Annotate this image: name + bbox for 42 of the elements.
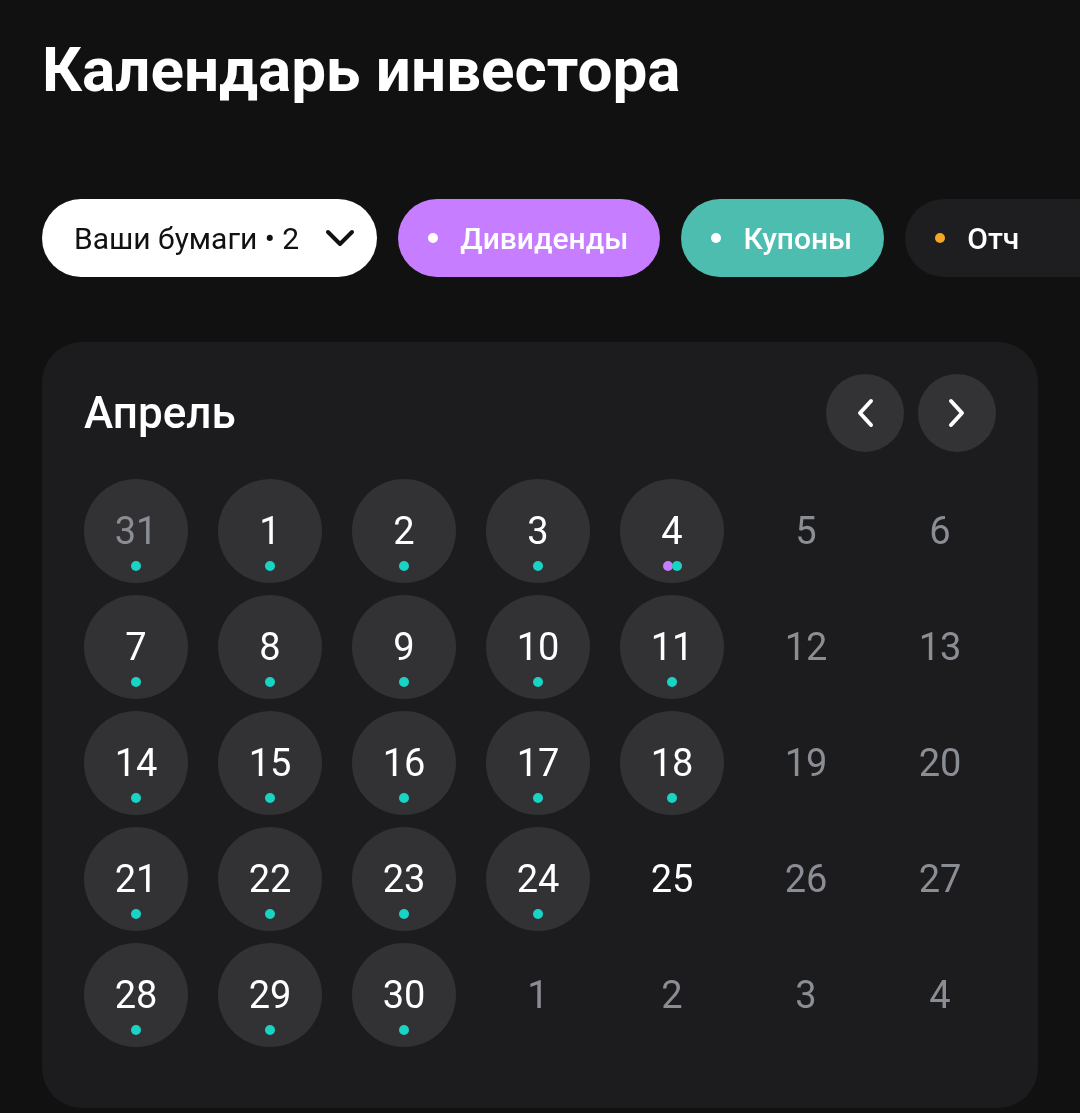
calendar-day[interactable]: 3 <box>486 479 590 583</box>
calendar-day[interactable]: 5 <box>754 479 858 583</box>
filter-chip[interactable]: Отч <box>905 199 1080 277</box>
calendar-day[interactable]: 7 <box>84 595 188 699</box>
securities-dropdown[interactable]: Ваши бумаги • 2 <box>42 199 378 277</box>
calendar-day[interactable]: 15 <box>218 711 322 815</box>
calendar-day[interactable]: 27 <box>888 827 992 931</box>
calendar-day[interactable]: 13 <box>888 595 992 699</box>
calendar-day[interactable]: 3 <box>754 943 858 1047</box>
calendar-day[interactable]: 29 <box>218 943 322 1047</box>
chevron-left-icon <box>856 398 874 428</box>
calendar-day[interactable]: 30 <box>352 943 456 1047</box>
calendar-day[interactable]: 2 <box>352 479 456 583</box>
calendar-day[interactable]: 19 <box>754 711 858 815</box>
calendar-day[interactable]: 2 <box>620 943 724 1047</box>
chevron-right-icon <box>948 398 966 428</box>
calendar-day[interactable]: 18 <box>620 711 724 815</box>
calendar-day[interactable]: 8 <box>218 595 322 699</box>
calendar-day[interactable]: 25 <box>620 827 724 931</box>
calendar-day[interactable]: 12 <box>754 595 858 699</box>
calendar-day[interactable]: 10 <box>486 595 590 699</box>
calendar-day[interactable]: 20 <box>888 711 992 815</box>
calendar-day[interactable]: 28 <box>84 943 188 1047</box>
calendar-day[interactable]: 17 <box>486 711 590 815</box>
calendar-day[interactable]: 23 <box>352 827 456 931</box>
calendar-day[interactable]: 16 <box>352 711 456 815</box>
calendar-day[interactable]: 26 <box>754 827 858 931</box>
calendar-day[interactable]: 4 <box>620 479 724 583</box>
calendar-day[interactable]: 14 <box>84 711 188 815</box>
calendar-day[interactable]: 9 <box>352 595 456 699</box>
calendar-day[interactable]: 4 <box>888 943 992 1047</box>
calendar-day[interactable]: 1 <box>218 479 322 583</box>
calendar-day[interactable]: 21 <box>84 827 188 931</box>
calendar-day[interactable]: 24 <box>486 827 590 931</box>
calendar-day[interactable]: 31 <box>84 479 188 583</box>
page-title: Календарь инвестора <box>42 32 681 108</box>
calendar-day[interactable]: 22 <box>218 827 322 931</box>
calendar-day[interactable]: 11 <box>620 595 724 699</box>
calendar-day[interactable]: 1 <box>486 943 590 1047</box>
chevron-down-icon <box>325 229 356 247</box>
calendar-day[interactable]: 6 <box>888 479 992 583</box>
month-title: Апрель <box>84 386 236 441</box>
